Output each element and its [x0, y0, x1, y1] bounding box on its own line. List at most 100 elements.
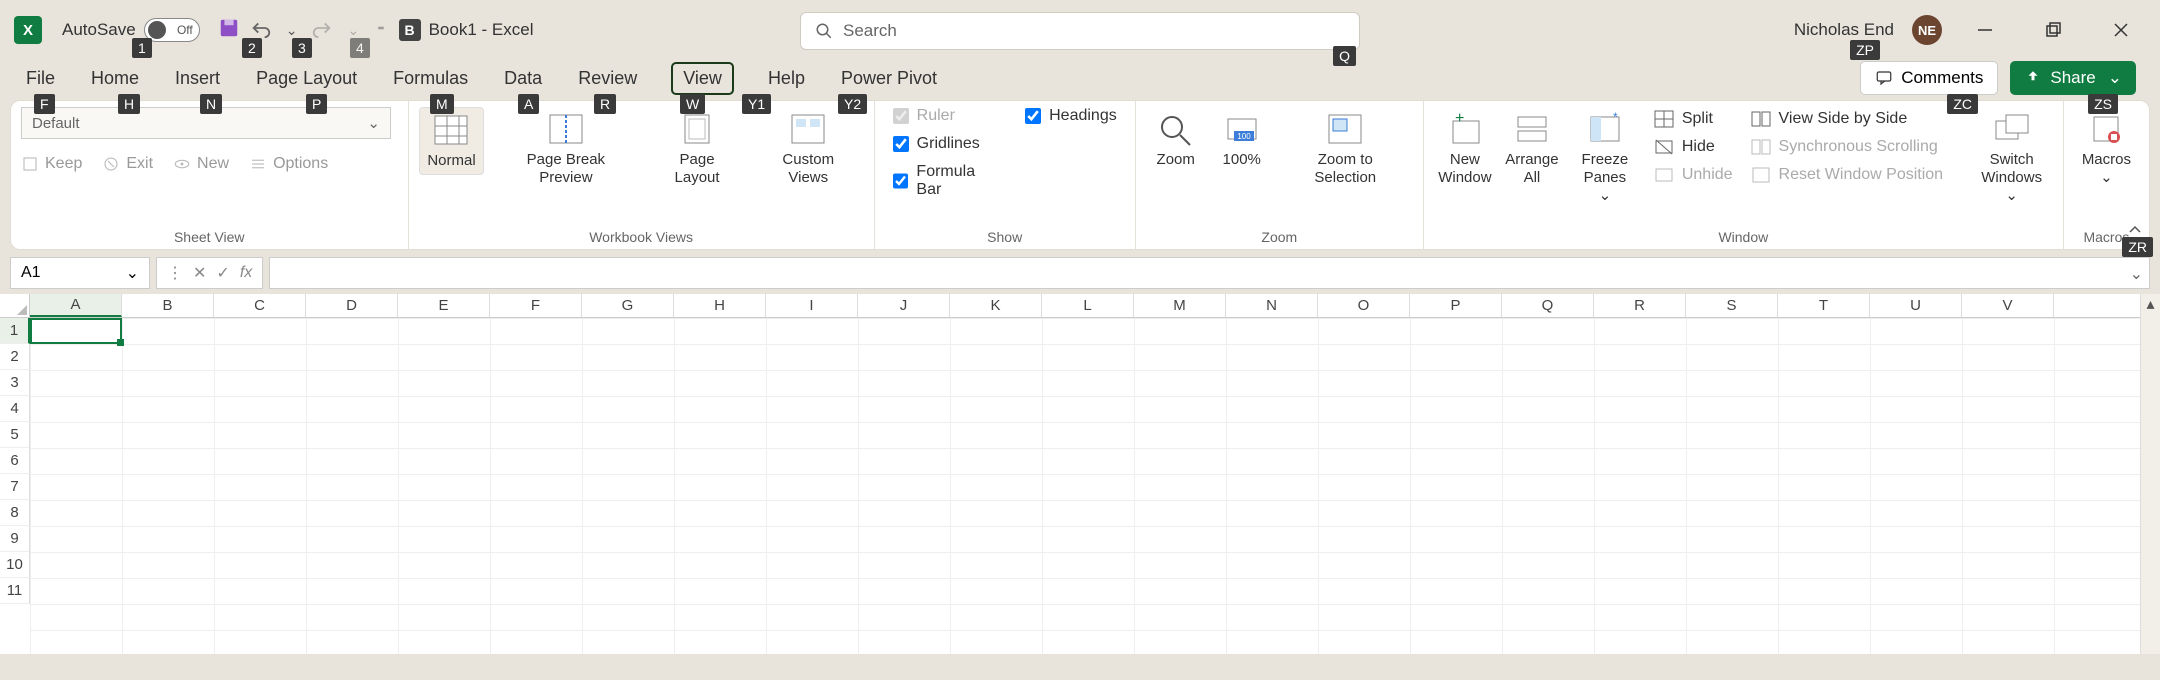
keep-button[interactable]: Keep — [21, 155, 82, 173]
row-header[interactable]: 1 — [0, 318, 30, 344]
tab-formulas[interactable]: Formulas — [391, 64, 470, 93]
zoom-label: Zoom — [1157, 151, 1195, 169]
side-by-side-button[interactable]: View Side by Side — [1745, 107, 1965, 131]
hide-button[interactable]: Hide — [1648, 135, 1739, 159]
column-header[interactable]: S — [1686, 294, 1778, 317]
new-view-button[interactable]: New — [173, 155, 229, 173]
close-button[interactable] — [2096, 10, 2146, 50]
column-header[interactable]: Q — [1502, 294, 1594, 317]
fx-button[interactable]: fx — [240, 264, 252, 282]
column-header[interactable]: F — [490, 294, 582, 317]
cancel-formula-button[interactable]: ✕ — [193, 263, 206, 283]
row-header[interactable]: 11 — [0, 578, 30, 604]
redo-button[interactable] — [311, 17, 333, 44]
headings-checkbox[interactable]: Headings — [1025, 107, 1117, 125]
row-header[interactable]: 2 — [0, 344, 30, 370]
formula-bar-input[interactable] — [893, 173, 909, 189]
maximize-button[interactable] — [2028, 10, 2078, 50]
column-header[interactable]: L — [1042, 294, 1134, 317]
comments-button[interactable]: Comments — [1860, 61, 1998, 95]
autosave-label: AutoSave — [62, 20, 136, 40]
accept-formula-button[interactable]: ✓ — [216, 263, 229, 283]
headings-input[interactable] — [1025, 108, 1041, 124]
fill-handle[interactable] — [117, 339, 124, 346]
row-header[interactable]: 4 — [0, 396, 30, 422]
arrange-all-button[interactable]: Arrange All — [1502, 107, 1562, 191]
macros-button[interactable]: Macros⌄ — [2074, 107, 2139, 191]
custom-views-button[interactable]: Custom Views — [753, 107, 864, 191]
grid-body[interactable] — [30, 318, 2140, 654]
scroll-up-button[interactable]: ▴ — [2141, 294, 2160, 314]
save-button[interactable] — [218, 17, 240, 44]
row-header[interactable]: 5 — [0, 422, 30, 448]
tab-file[interactable]: File — [24, 64, 57, 93]
row-header[interactable]: 6 — [0, 448, 30, 474]
undo-dropdown[interactable]: ⌄ — [286, 22, 298, 39]
gridlines-checkbox[interactable]: Gridlines — [893, 135, 1003, 153]
column-header[interactable]: M — [1134, 294, 1226, 317]
column-header[interactable]: G — [582, 294, 674, 317]
exit-button[interactable]: Exit — [102, 155, 153, 173]
formula-input[interactable]: ⌄ — [269, 257, 2150, 289]
user-name[interactable]: Nicholas End — [1794, 20, 1894, 40]
column-header[interactable]: H — [674, 294, 766, 317]
qat-customize[interactable]: ⁼ — [377, 22, 384, 39]
expand-formula-bar-button[interactable]: ⌄ — [2130, 264, 2143, 284]
column-header[interactable]: C — [214, 294, 306, 317]
select-all-corner[interactable] — [0, 294, 30, 318]
grid-cells[interactable]: ABCDEFGHIJKLMNOPQRSTUV — [30, 294, 2140, 654]
tab-insert[interactable]: Insert — [173, 64, 222, 93]
page-break-preview-button[interactable]: Page Break Preview — [490, 107, 641, 191]
minimize-button[interactable] — [1960, 10, 2010, 50]
name-box[interactable]: A1 ⌄ — [10, 257, 150, 289]
zoom-button[interactable]: Zoom — [1146, 107, 1206, 173]
spreadsheet-grid[interactable]: 1234567891011 ABCDEFGHIJKLMNOPQRSTUV ▴ — [0, 294, 2160, 654]
autosave-toggle[interactable]: Off — [144, 18, 200, 42]
column-header[interactable]: N — [1226, 294, 1318, 317]
redo-dropdown[interactable]: ⌄ — [347, 22, 359, 39]
tab-view[interactable]: View — [671, 62, 734, 95]
row-header[interactable]: 9 — [0, 526, 30, 552]
more-icon[interactable]: ⋮ — [167, 263, 183, 283]
user-avatar[interactable]: NE — [1912, 15, 1942, 45]
tab-review[interactable]: Review — [576, 64, 639, 93]
column-header[interactable]: A — [30, 294, 122, 317]
tab-help[interactable]: Help — [766, 64, 807, 93]
search-box[interactable]: Search — [800, 12, 1360, 50]
formula-bar-checkbox[interactable]: Formula Bar — [893, 163, 1003, 199]
selected-cell[interactable] — [30, 318, 122, 344]
column-header[interactable]: K — [950, 294, 1042, 317]
tab-power-pivot[interactable]: Power Pivot — [839, 64, 939, 93]
zoom-100-button[interactable]: 100 100% — [1212, 107, 1272, 173]
column-header[interactable]: I — [766, 294, 858, 317]
column-header[interactable]: V — [1962, 294, 2054, 317]
tab-home[interactable]: Home — [89, 64, 141, 93]
row-header[interactable]: 7 — [0, 474, 30, 500]
normal-view-button[interactable]: Normal — [419, 107, 485, 175]
new-window-button[interactable]: + New Window — [1434, 107, 1496, 191]
gridlines-input[interactable] — [893, 136, 909, 152]
tab-data[interactable]: Data — [502, 64, 544, 93]
share-button[interactable]: Share ⌄ — [2010, 61, 2136, 95]
autosave-control[interactable]: AutoSave Off — [62, 18, 200, 42]
column-header[interactable]: D — [306, 294, 398, 317]
row-header[interactable]: 10 — [0, 552, 30, 578]
row-header[interactable]: 3 — [0, 370, 30, 396]
split-button[interactable]: Split — [1648, 107, 1739, 131]
column-header[interactable]: R — [1594, 294, 1686, 317]
column-header[interactable]: P — [1410, 294, 1502, 317]
column-header[interactable]: O — [1318, 294, 1410, 317]
column-header[interactable]: T — [1778, 294, 1870, 317]
column-header[interactable]: E — [398, 294, 490, 317]
options-button[interactable]: Options — [249, 155, 328, 173]
vertical-scrollbar[interactable]: ▴ — [2140, 294, 2160, 654]
freeze-panes-button[interactable]: * Freeze Panes ⌄ — [1568, 107, 1642, 209]
column-header[interactable]: J — [858, 294, 950, 317]
zoom-selection-button[interactable]: Zoom to Selection — [1278, 107, 1413, 191]
column-header[interactable]: B — [122, 294, 214, 317]
row-header[interactable]: 8 — [0, 500, 30, 526]
tab-page-layout[interactable]: Page Layout — [254, 64, 359, 93]
column-header[interactable]: U — [1870, 294, 1962, 317]
switch-windows-button[interactable]: Switch Windows ⌄ — [1971, 107, 2053, 209]
page-layout-button[interactable]: Page Layout — [647, 107, 747, 191]
